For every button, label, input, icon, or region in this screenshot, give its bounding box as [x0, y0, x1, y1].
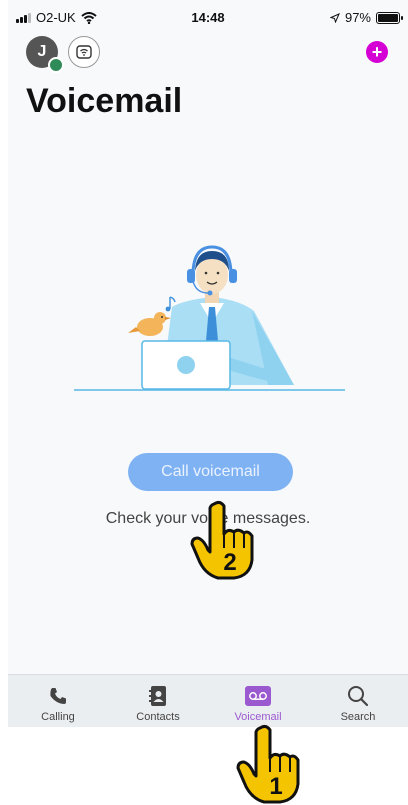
call-voicemail-button[interactable]: Call voicemail — [128, 453, 293, 491]
add-button[interactable]: + — [366, 41, 388, 63]
tab-label: Search — [340, 711, 376, 723]
tab-label: Voicemail — [234, 711, 282, 723]
search-icon — [348, 686, 369, 707]
tab-voicemail[interactable]: Voicemail — [208, 675, 308, 727]
tab-search[interactable]: Search — [308, 675, 408, 727]
tab-label: Calling — [41, 711, 75, 723]
contacts-icon — [149, 686, 166, 706]
tab-label: Contacts — [136, 711, 180, 723]
pointing-hand-icon: 1 — [236, 724, 300, 804]
tab-bar: Calling Contacts Voicemail Search — [8, 674, 408, 727]
voicemail-icon — [245, 686, 271, 706]
phone-icon — [50, 688, 66, 704]
wifi-calling-icon — [76, 45, 92, 59]
step-2-label: 2 — [223, 549, 236, 576]
battery-icon — [376, 11, 403, 24]
location-arrow-icon — [329, 12, 340, 23]
pointing-hand-icon: 2 — [190, 500, 254, 580]
wifi-calling-button[interactable] — [68, 36, 100, 68]
tab-contacts[interactable]: Contacts — [108, 675, 208, 727]
step-1-label: 1 — [269, 773, 282, 800]
avatar-initial: J — [37, 43, 47, 60]
presence-indicator — [48, 57, 64, 73]
tab-calling[interactable]: Calling — [8, 675, 108, 727]
status-bar: O2-UK 14:48 97% — [8, 0, 408, 36]
page-title: Voicemail — [26, 82, 183, 120]
battery-percent: 97% — [344, 10, 371, 25]
voicemail-illustration — [74, 245, 345, 391]
